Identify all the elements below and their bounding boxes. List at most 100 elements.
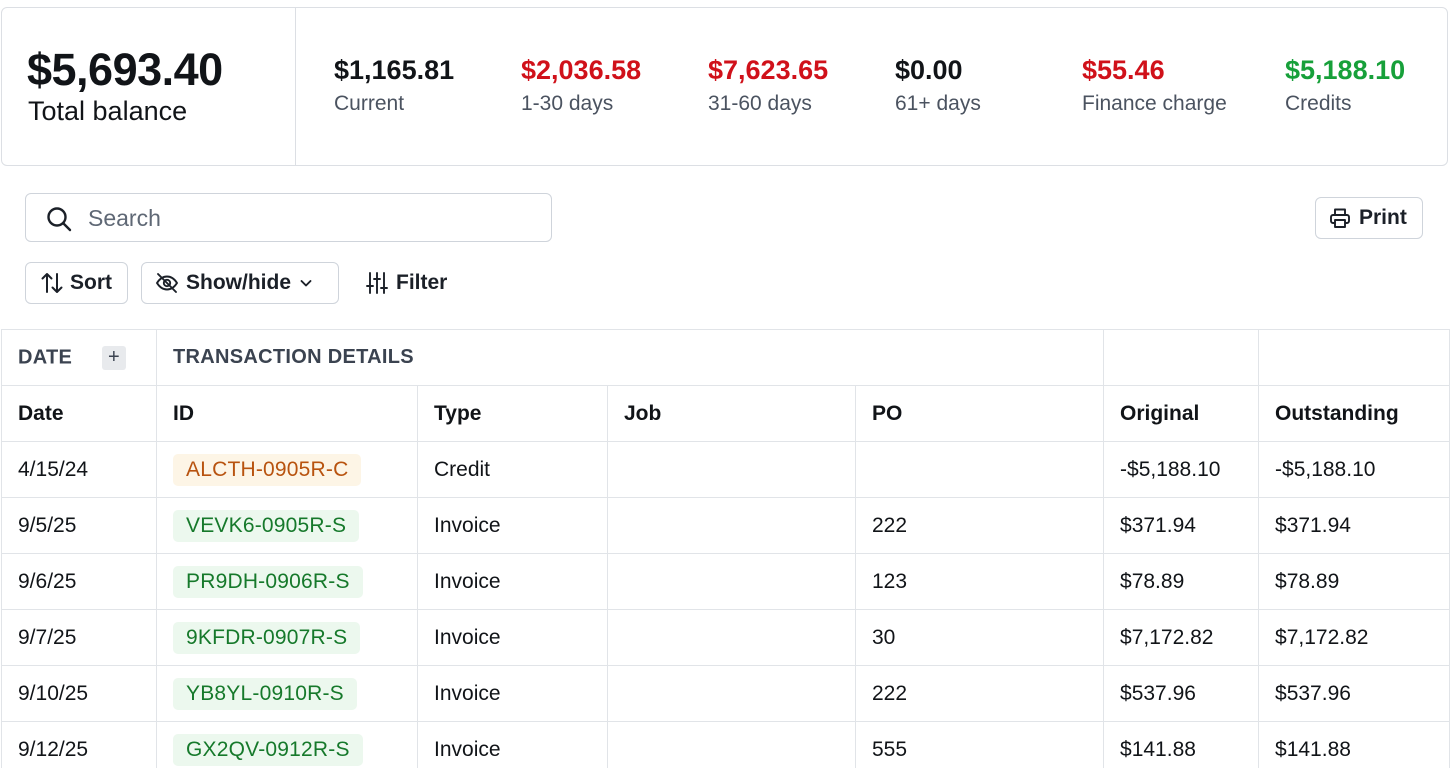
aging-bucket-31-60-days: $7,623.65 31-60 days [708, 55, 828, 116]
cell-date: 9/10/25 [1, 665, 157, 722]
printer-icon [1330, 208, 1350, 228]
aging-bucket-61-plus-days: $0.00 61+ days [895, 55, 981, 116]
cell-type: Credit [417, 441, 608, 498]
cell-outstanding: $141.88 [1258, 721, 1451, 768]
total-balance: $5,693.40 Total balance [2, 8, 296, 165]
bucket-amount: $7,623.65 [708, 55, 829, 85]
add-column-button[interactable]: + [102, 345, 127, 370]
print-label: Print [1359, 206, 1407, 229]
table-row[interactable]: 9/5/25 VEVK6-0905R-S Invoice 222 $371.94… [1, 497, 1451, 554]
print-button[interactable]: Print [1315, 197, 1423, 239]
sort-button[interactable]: Sort [25, 262, 128, 304]
cell-po: 222 [854, 497, 1105, 554]
transaction-id-link[interactable]: 9KFDR-0907R-S [173, 621, 361, 654]
cell-date: 9/5/25 [1, 497, 157, 554]
cell-outstanding: -$5,188.10 [1258, 441, 1451, 498]
transaction-id-link[interactable]: VEVK6-0905R-S [173, 509, 360, 542]
cell-type: Invoice [417, 609, 608, 666]
show-hide-columns-button[interactable]: Show/hide [141, 262, 339, 304]
cell-date: 9/7/25 [1, 609, 157, 666]
balance-summary-card: $5,693.40 Total balance $1,165.81 Curren… [1, 7, 1448, 166]
filter-label: Filter [396, 271, 448, 294]
aging-bucket-1-30-days: $2,036.58 1-30 days [521, 55, 641, 116]
transaction-id-link[interactable]: ALCTH-0905R-C [173, 453, 362, 486]
finance-charge: $55.46 Finance charge [1082, 55, 1227, 116]
cell-job [607, 609, 856, 666]
bucket-amount: $2,036.58 [521, 55, 642, 85]
eye-off-icon [155, 273, 179, 293]
bucket-label: 61+ days [895, 92, 981, 115]
cell-type: Invoice [417, 553, 608, 610]
total-balance-label: Total balance [28, 96, 188, 126]
cell-outstanding: $371.94 [1258, 497, 1451, 554]
column-header-outstanding[interactable]: Outstanding [1258, 385, 1451, 442]
cell-id: PR9DH-0906R-S [156, 553, 418, 610]
group-header-empty [1103, 329, 1260, 386]
group-header-date-label: DATE [18, 345, 73, 368]
sort-arrows-icon [41, 273, 63, 293]
cell-date: 9/12/25 [1, 721, 157, 768]
column-header-po[interactable]: PO [854, 385, 1105, 442]
column-header-original[interactable]: Original [1103, 385, 1260, 442]
search-input[interactable] [88, 202, 528, 234]
table-row[interactable]: 4/15/24 ALCTH-0905R-C Credit -$5,188.10 … [1, 441, 1451, 498]
bucket-amount: $55.46 [1082, 55, 1165, 85]
bucket-amount: $1,165.81 [334, 55, 455, 85]
cell-job [607, 497, 856, 554]
table-row[interactable]: 9/7/25 9KFDR-0907R-S Invoice 30 $7,172.8… [1, 609, 1451, 666]
search-icon [47, 207, 72, 232]
search-box[interactable] [25, 193, 552, 242]
cell-original: $141.88 [1103, 721, 1260, 768]
cell-job [607, 721, 856, 768]
transactions-table: DATE + TRANSACTION DETAILS Date ID Type … [1, 329, 1451, 768]
transaction-id-link[interactable]: GX2QV-0912R-S [173, 733, 363, 766]
cell-job [607, 441, 856, 498]
credits: $5,188.10 Credits [1285, 55, 1405, 116]
column-header-type[interactable]: Type [417, 385, 608, 442]
bucket-label: Credits [1285, 92, 1352, 115]
column-header-date[interactable]: Date [1, 385, 157, 442]
cell-outstanding: $537.96 [1258, 665, 1451, 722]
column-group-header-row: DATE + TRANSACTION DETAILS [1, 329, 1451, 386]
column-header-job[interactable]: Job [607, 385, 856, 442]
group-header-date: DATE + [1, 329, 157, 386]
bucket-amount: $5,188.10 [1285, 55, 1406, 85]
group-header-empty [1258, 329, 1451, 386]
cell-original: $7,172.82 [1103, 609, 1260, 666]
aging-bucket-current: $1,165.81 Current [334, 55, 454, 116]
transaction-id-link[interactable]: YB8YL-0910R-S [173, 677, 357, 710]
transaction-id-link[interactable]: PR9DH-0906R-S [173, 565, 363, 598]
table-row[interactable]: 9/6/25 PR9DH-0906R-S Invoice 123 $78.89 … [1, 553, 1451, 610]
cell-outstanding: $78.89 [1258, 553, 1451, 610]
cell-job [607, 665, 856, 722]
cell-po: 555 [854, 721, 1105, 768]
cell-outstanding: $7,172.82 [1258, 609, 1451, 666]
cell-original: $371.94 [1103, 497, 1260, 554]
cell-original: -$5,188.10 [1103, 441, 1260, 498]
cell-id: ALCTH-0905R-C [156, 441, 418, 498]
cell-type: Invoice [417, 665, 608, 722]
bucket-label: Current [334, 92, 405, 115]
bucket-label: 31-60 days [708, 92, 812, 115]
column-header-row: Date ID Type Job PO Original Outstanding [1, 385, 1451, 442]
cell-type: Invoice [417, 497, 608, 554]
cell-job [607, 553, 856, 610]
table-row[interactable]: 9/10/25 YB8YL-0910R-S Invoice 222 $537.9… [1, 665, 1451, 722]
show-hide-label: Show/hide [186, 271, 291, 294]
filter-button[interactable]: Filter [353, 262, 463, 304]
bucket-amount: $0.00 [895, 55, 963, 85]
table-row[interactable]: 9/12/25 GX2QV-0912R-S Invoice 555 $141.8… [1, 721, 1451, 768]
column-header-id[interactable]: ID [156, 385, 418, 442]
group-header-transaction-details: TRANSACTION DETAILS [155, 329, 1105, 386]
total-balance-amount: $5,693.40 [27, 44, 223, 95]
cell-date: 4/15/24 [1, 441, 157, 498]
cell-date: 9/6/25 [1, 553, 157, 610]
bucket-label: 1-30 days [521, 92, 614, 115]
cell-id: YB8YL-0910R-S [156, 665, 418, 722]
sliders-icon [366, 272, 388, 294]
bucket-label: Finance charge [1082, 92, 1227, 115]
cell-po [854, 441, 1105, 498]
cell-po: 30 [854, 609, 1105, 666]
cell-id: 9KFDR-0907R-S [156, 609, 418, 666]
cell-id: VEVK6-0905R-S [156, 497, 418, 554]
